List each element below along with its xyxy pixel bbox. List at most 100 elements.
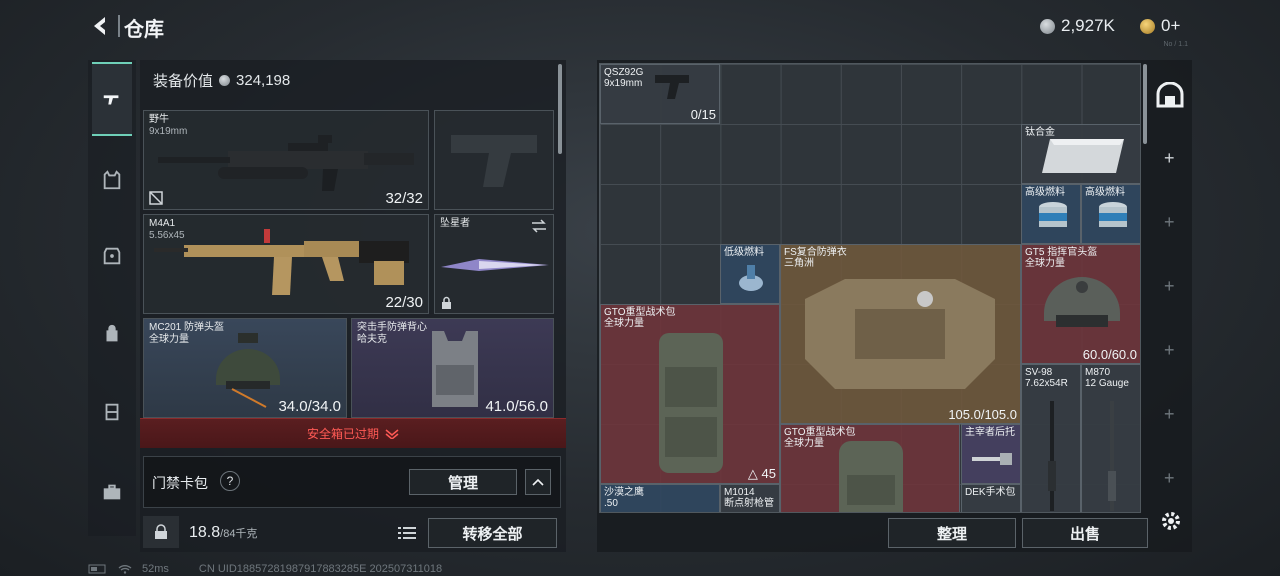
item-gto-bag-1-count: △ 45 [747, 466, 776, 481]
fuel-low-icon [739, 265, 763, 291]
storage-tab-rail: + + + + + + [1148, 60, 1192, 550]
chevron-up-icon [532, 478, 544, 486]
gold-currency[interactable]: 0+ [1140, 16, 1180, 36]
item-m870-label: M870 12 Gauge [1085, 367, 1129, 389]
chest-rig-icon [105, 403, 119, 421]
armor-vest-icon [805, 279, 995, 389]
item-qsz92g[interactable]: QSZ92G 9x19mm 0/15 [600, 64, 720, 124]
item-fuel-high-2[interactable]: 高级燃料 [1081, 184, 1140, 244]
smg-bizon-icon [158, 135, 414, 191]
sell-button[interactable]: 出售 [1022, 518, 1148, 548]
item-fuel-low[interactable]: 低级燃料 [720, 244, 780, 304]
fuel-can-icon [1039, 202, 1067, 227]
pistol-slot-empty[interactable] [434, 110, 554, 210]
pistol-icon [103, 95, 119, 105]
safe-box-expired-banner[interactable]: 安全箱已过期 [140, 418, 566, 448]
add-storage-tab-4[interactable]: + [1164, 340, 1175, 361]
item-dek-kit[interactable]: DEK手术包 [961, 484, 1021, 512]
wifi-icon [118, 565, 132, 574]
sort-button[interactable]: 整理 [888, 518, 1016, 548]
carry-weight: 18.8/84千克 [189, 524, 258, 541]
nav-backpack[interactable] [92, 314, 132, 354]
lock-icon [442, 296, 451, 309]
helmet-item-icon [1044, 277, 1120, 327]
storage-home-icon[interactable] [1156, 82, 1184, 108]
primary2-ammo: 22/30 [385, 294, 423, 311]
item-gto-bag-1-label: GTO重型战术包 全球力量 [604, 307, 676, 329]
backpack-icon [106, 324, 118, 342]
nav-vest[interactable] [92, 160, 132, 200]
add-storage-tab-6[interactable]: + [1164, 468, 1175, 489]
item-gt5-helmet[interactable]: GT5 指挥官头盔 全球力量 60.0/60.0 [1021, 244, 1140, 364]
item-desert-eagle-label: 沙漠之鹰 .50 [604, 487, 644, 509]
add-storage-tab-2[interactable]: + [1164, 212, 1175, 233]
settings-gear-icon[interactable] [1160, 510, 1182, 532]
fuel-can-icon [1099, 202, 1127, 227]
back-button[interactable] [88, 14, 112, 38]
equip-value-label: 装备价值 [153, 73, 214, 90]
item-m870[interactable]: M870 12 Gauge [1081, 364, 1140, 512]
title-divider [118, 15, 120, 37]
storage-grid: QSZ92G 9x19mm 0/15 钛合金 高级燃料 高级燃料 低级燃料 FS复… [599, 63, 1141, 513]
item-stock[interactable]: 主宰者后托 [961, 424, 1021, 484]
add-storage-tab-5[interactable]: + [1164, 404, 1175, 425]
nav-armor[interactable] [92, 236, 132, 276]
m4a1-rifle-icon [154, 229, 409, 295]
item-fuel-high-1[interactable]: 高级燃料 [1021, 184, 1081, 244]
pistol-silhouette-icon [451, 135, 537, 187]
item-sv98-label: SV-98 7.62x54R [1025, 367, 1068, 389]
silver-currency[interactable]: 2,927K [1040, 16, 1115, 36]
helmet-durability: 34.0/34.0 [278, 398, 341, 415]
blade-icon [441, 259, 549, 271]
item-m1014[interactable]: M1014 断点射枪管 [720, 484, 780, 512]
item-fuel-high-2-label: 高级燃料 [1085, 187, 1125, 198]
status-bar: 52ms CN UID18857281987917883285E 2025073… [88, 563, 442, 575]
stock-icon [972, 453, 1012, 465]
loadout-scrollbar[interactable] [558, 64, 562, 154]
shotgun-icon [1108, 401, 1116, 511]
backpack-item-icon [839, 441, 903, 512]
item-sv98[interactable]: SV-98 7.62x54R [1021, 364, 1081, 512]
helmet-slot[interactable]: MC201 防弹头盔 全球力量 34.0/34.0 [143, 318, 347, 418]
vest-icon [103, 170, 121, 190]
item-gto-bag-1[interactable]: GTO重型战术包 全球力量 △ 45 [600, 304, 780, 484]
help-button[interactable]: ? [220, 471, 240, 491]
silver-coin-icon [219, 75, 231, 86]
back-arrow-icon [94, 17, 105, 35]
nav-weapons[interactable] [92, 62, 132, 136]
gold-coin-icon [1140, 18, 1155, 34]
uid-text: CN UID18857281987917883285E 202507311018 [198, 563, 443, 575]
item-m1014-label: M1014 断点射枪管 [724, 487, 774, 509]
silver-amount: 2,927K [1061, 16, 1115, 35]
nav-case[interactable] [92, 472, 132, 512]
transfer-all-button[interactable]: 转移全部 [428, 518, 557, 548]
secondary-weapon-slot[interactable]: M4A1 5.56x45 22/30 [143, 214, 429, 314]
gold-amount: 0+ [1161, 16, 1181, 35]
add-storage-tab-3[interactable]: + [1164, 276, 1175, 297]
access-card-label: 门禁卡包 [152, 475, 208, 491]
primary-weapon-slot[interactable]: 野牛 9x19mm 32/32 [143, 110, 429, 210]
expand-button[interactable] [525, 469, 551, 495]
armor-icon [103, 247, 121, 265]
helmet-icon [216, 333, 280, 408]
add-storage-tab-1[interactable]: + [1164, 148, 1175, 169]
nav-chest-rig[interactable] [92, 392, 132, 432]
armor-slot[interactable]: 突击手防弹背心 哈夫克 41.0/56.0 [351, 318, 554, 418]
item-gto-bag-2[interactable]: GTO重型战术包 全球力量 [780, 424, 960, 512]
silver-coin-icon [1040, 18, 1055, 34]
armor-name: 突击手防弹背心 哈夫克 [357, 322, 427, 345]
category-sidebar [88, 60, 136, 536]
melee-slot[interactable]: 坠星者 [434, 214, 554, 314]
item-desert-eagle[interactable]: 沙漠之鹰 .50 [600, 484, 720, 512]
manage-button[interactable]: 管理 [409, 469, 517, 495]
storage-scrollbar[interactable] [1143, 64, 1147, 144]
item-titanium[interactable]: 钛合金 [1021, 124, 1140, 184]
slot-count-icon: △ [747, 466, 762, 481]
weight-icon [155, 524, 167, 539]
item-fs-armor[interactable]: FS复合防弹衣 三角洲 105.0/105.0 [780, 244, 1021, 424]
item-qsz92g-count: 0/15 [690, 107, 716, 122]
vest-item-icon [432, 331, 478, 407]
item-gt5-helmet-label: GT5 指挥官头盔 全球力量 [1025, 247, 1098, 269]
list-icon[interactable] [398, 526, 416, 540]
item-fuel-high-1-label: 高级燃料 [1025, 187, 1065, 198]
